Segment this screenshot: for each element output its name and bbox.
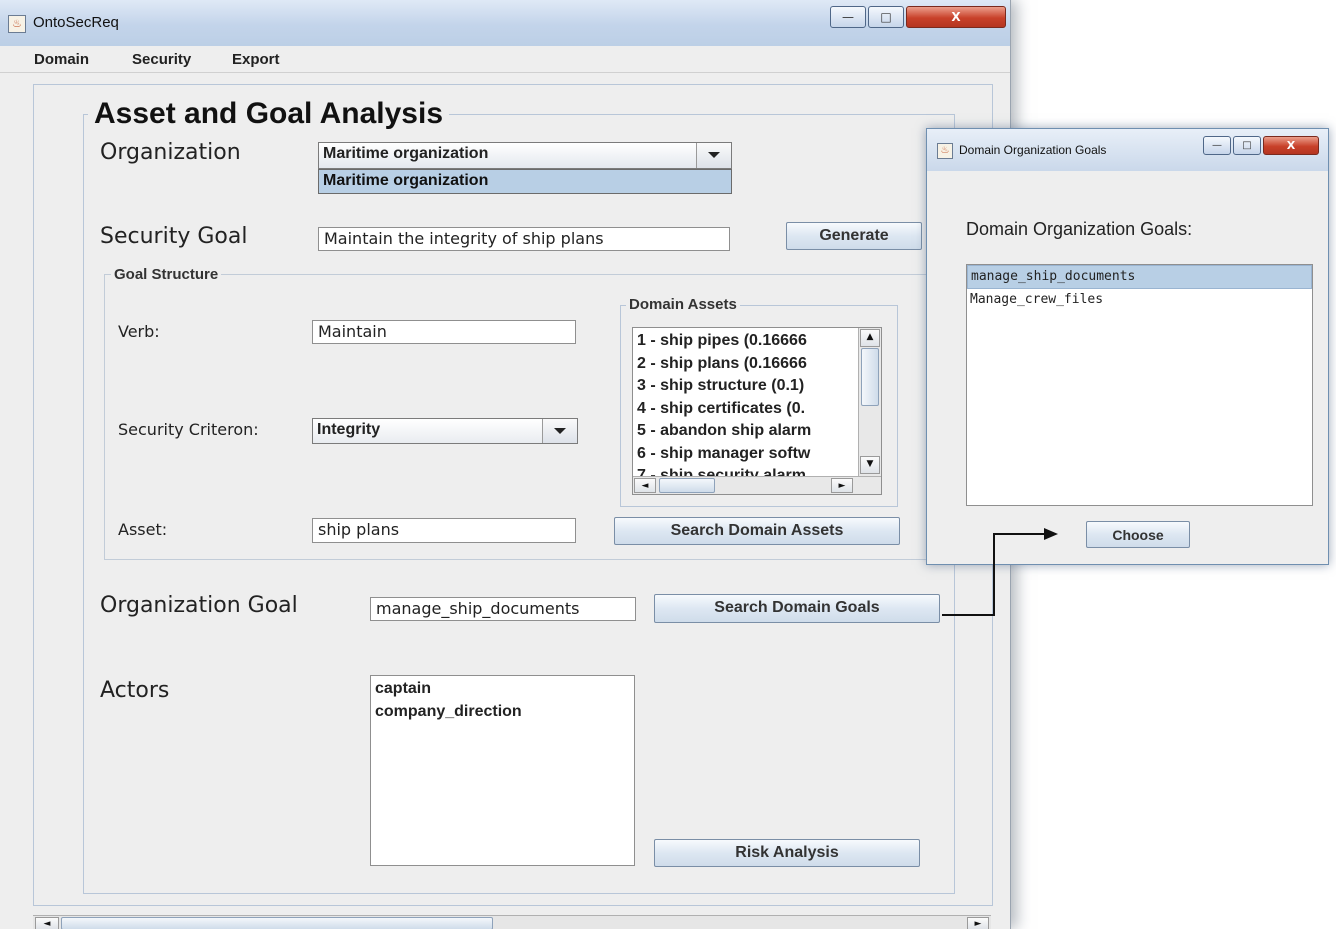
connector-arrows: [942, 528, 1058, 616]
connector-arrow: [942, 528, 1058, 616]
